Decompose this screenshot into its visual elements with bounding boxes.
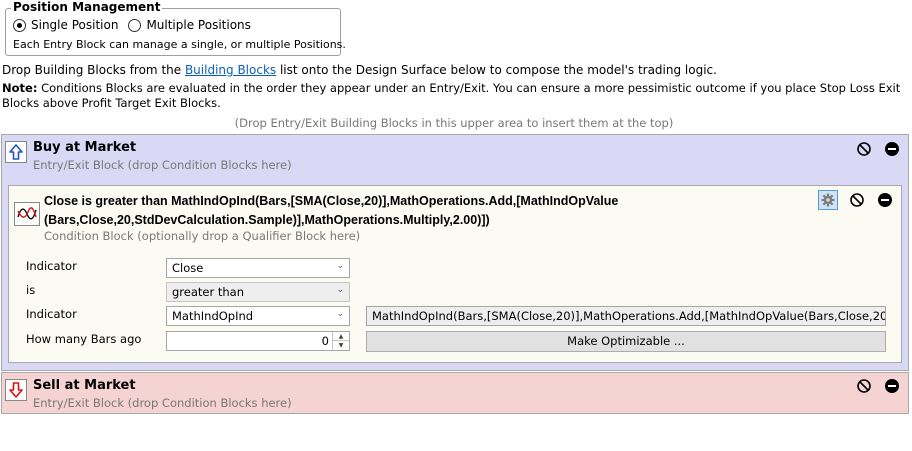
condition-disable-button[interactable]	[847, 190, 867, 210]
bars-ago-spin-buttons[interactable]: ▲ ▼	[332, 332, 349, 350]
entry-remove-button[interactable]	[882, 139, 902, 159]
minus-circle-icon	[878, 193, 892, 207]
gear-icon	[821, 193, 835, 207]
instructions-prefix: Drop Building Blocks from the	[2, 63, 185, 77]
position-management-legend: Position Management	[11, 0, 163, 14]
param-label-indicator-2: Indicator	[26, 307, 77, 321]
no-symbol-icon	[850, 193, 864, 207]
minus-circle-icon	[885, 379, 899, 393]
exit-block-title: Sell at Market	[33, 378, 136, 393]
indicator-2-dropdown[interactable]: MathIndOpInd ⌄	[166, 306, 350, 326]
single-position-radio-circle[interactable]	[13, 18, 26, 32]
condition-block[interactable]: Close is greater than MathIndOpInd(Bars,…	[8, 185, 902, 363]
position-management-note: Each Entry Block can manage a single, or…	[13, 38, 346, 51]
condition-remove-button[interactable]	[875, 190, 895, 210]
instructions-suffix: list onto the Design Surface below to co…	[276, 63, 717, 77]
note-text: Conditions Blocks are evaluated in the o…	[2, 81, 901, 110]
position-management-group: Position Management Single Position Mult…	[5, 0, 346, 56]
single-position-label: Single Position	[31, 18, 119, 32]
entry-block-title: Buy at Market	[33, 140, 137, 155]
indicator-cross-icon	[14, 202, 40, 226]
exit-disable-button[interactable]	[854, 376, 874, 396]
spin-up-icon[interactable]: ▲	[333, 332, 349, 341]
chevron-down-icon: ⌄	[336, 309, 344, 319]
multiple-positions-radio-circle[interactable]	[128, 18, 142, 32]
up-arrow-icon	[5, 141, 27, 163]
building-blocks-link[interactable]: Building Blocks	[185, 63, 276, 77]
entry-disable-button[interactable]	[854, 139, 874, 159]
indicator-expression-field[interactable]: MathIndOpInd(Bars,[SMA(Close,20)],MathOp…	[366, 306, 886, 326]
down-arrow-icon	[5, 379, 27, 401]
bars-ago-stepper[interactable]: 0 ▲ ▼	[166, 331, 350, 351]
minus-circle-icon	[885, 142, 899, 156]
chevron-down-icon: ⌄	[336, 285, 344, 295]
no-symbol-icon	[857, 379, 871, 393]
condition-settings-button[interactable]	[818, 190, 838, 210]
multiple-positions-radio[interactable]: Multiple Positions	[128, 18, 251, 32]
condition-subtitle: Condition Block (optionally drop a Quali…	[44, 229, 361, 243]
param-label-bars-ago: How many Bars ago	[26, 332, 142, 346]
note-label: Note:	[2, 81, 38, 95]
spin-down-icon[interactable]: ▼	[333, 341, 349, 350]
indicator-1-dropdown[interactable]: Close ⌄	[166, 258, 350, 278]
exit-remove-button[interactable]	[882, 376, 902, 396]
comparison-value: greater than	[172, 285, 244, 299]
indicator-2-value: MathIndOpInd	[172, 309, 254, 323]
condition-title: Close is greater than MathIndOpInd(Bars,…	[44, 194, 619, 227]
exit-block-subtitle: Entry/Exit Block (drop Condition Blocks …	[33, 396, 292, 410]
bars-ago-value: 0	[321, 334, 329, 348]
buy-at-market-block[interactable]: Buy at Market Entry/Exit Block (drop Con…	[1, 134, 909, 371]
comparison-dropdown[interactable]: greater than ⌄	[166, 282, 350, 302]
param-label-indicator-1: Indicator	[26, 259, 77, 273]
entry-block-subtitle: Entry/Exit Block (drop Condition Blocks …	[33, 158, 292, 172]
chevron-down-icon: ⌄	[336, 261, 344, 271]
single-position-radio[interactable]: Single Position	[13, 18, 118, 32]
top-drop-hint: (Drop Entry/Exit Building Blocks in this…	[234, 116, 674, 130]
instructions-text: Drop Building Blocks from the Building B…	[2, 63, 717, 77]
evaluation-order-note: Note: Conditions Blocks are evaluated in…	[2, 81, 902, 111]
param-label-comparison: is	[26, 283, 36, 297]
sell-at-market-block[interactable]: Sell at Market Entry/Exit Block (drop Co…	[1, 372, 909, 414]
make-optimizable-button[interactable]: Make Optimizable ...	[366, 331, 886, 352]
position-mode-radios: Single Position Multiple Positions	[13, 18, 261, 32]
indicator-1-value: Close	[172, 261, 204, 275]
no-symbol-icon	[857, 142, 871, 156]
multiple-positions-label: Multiple Positions	[146, 18, 251, 32]
